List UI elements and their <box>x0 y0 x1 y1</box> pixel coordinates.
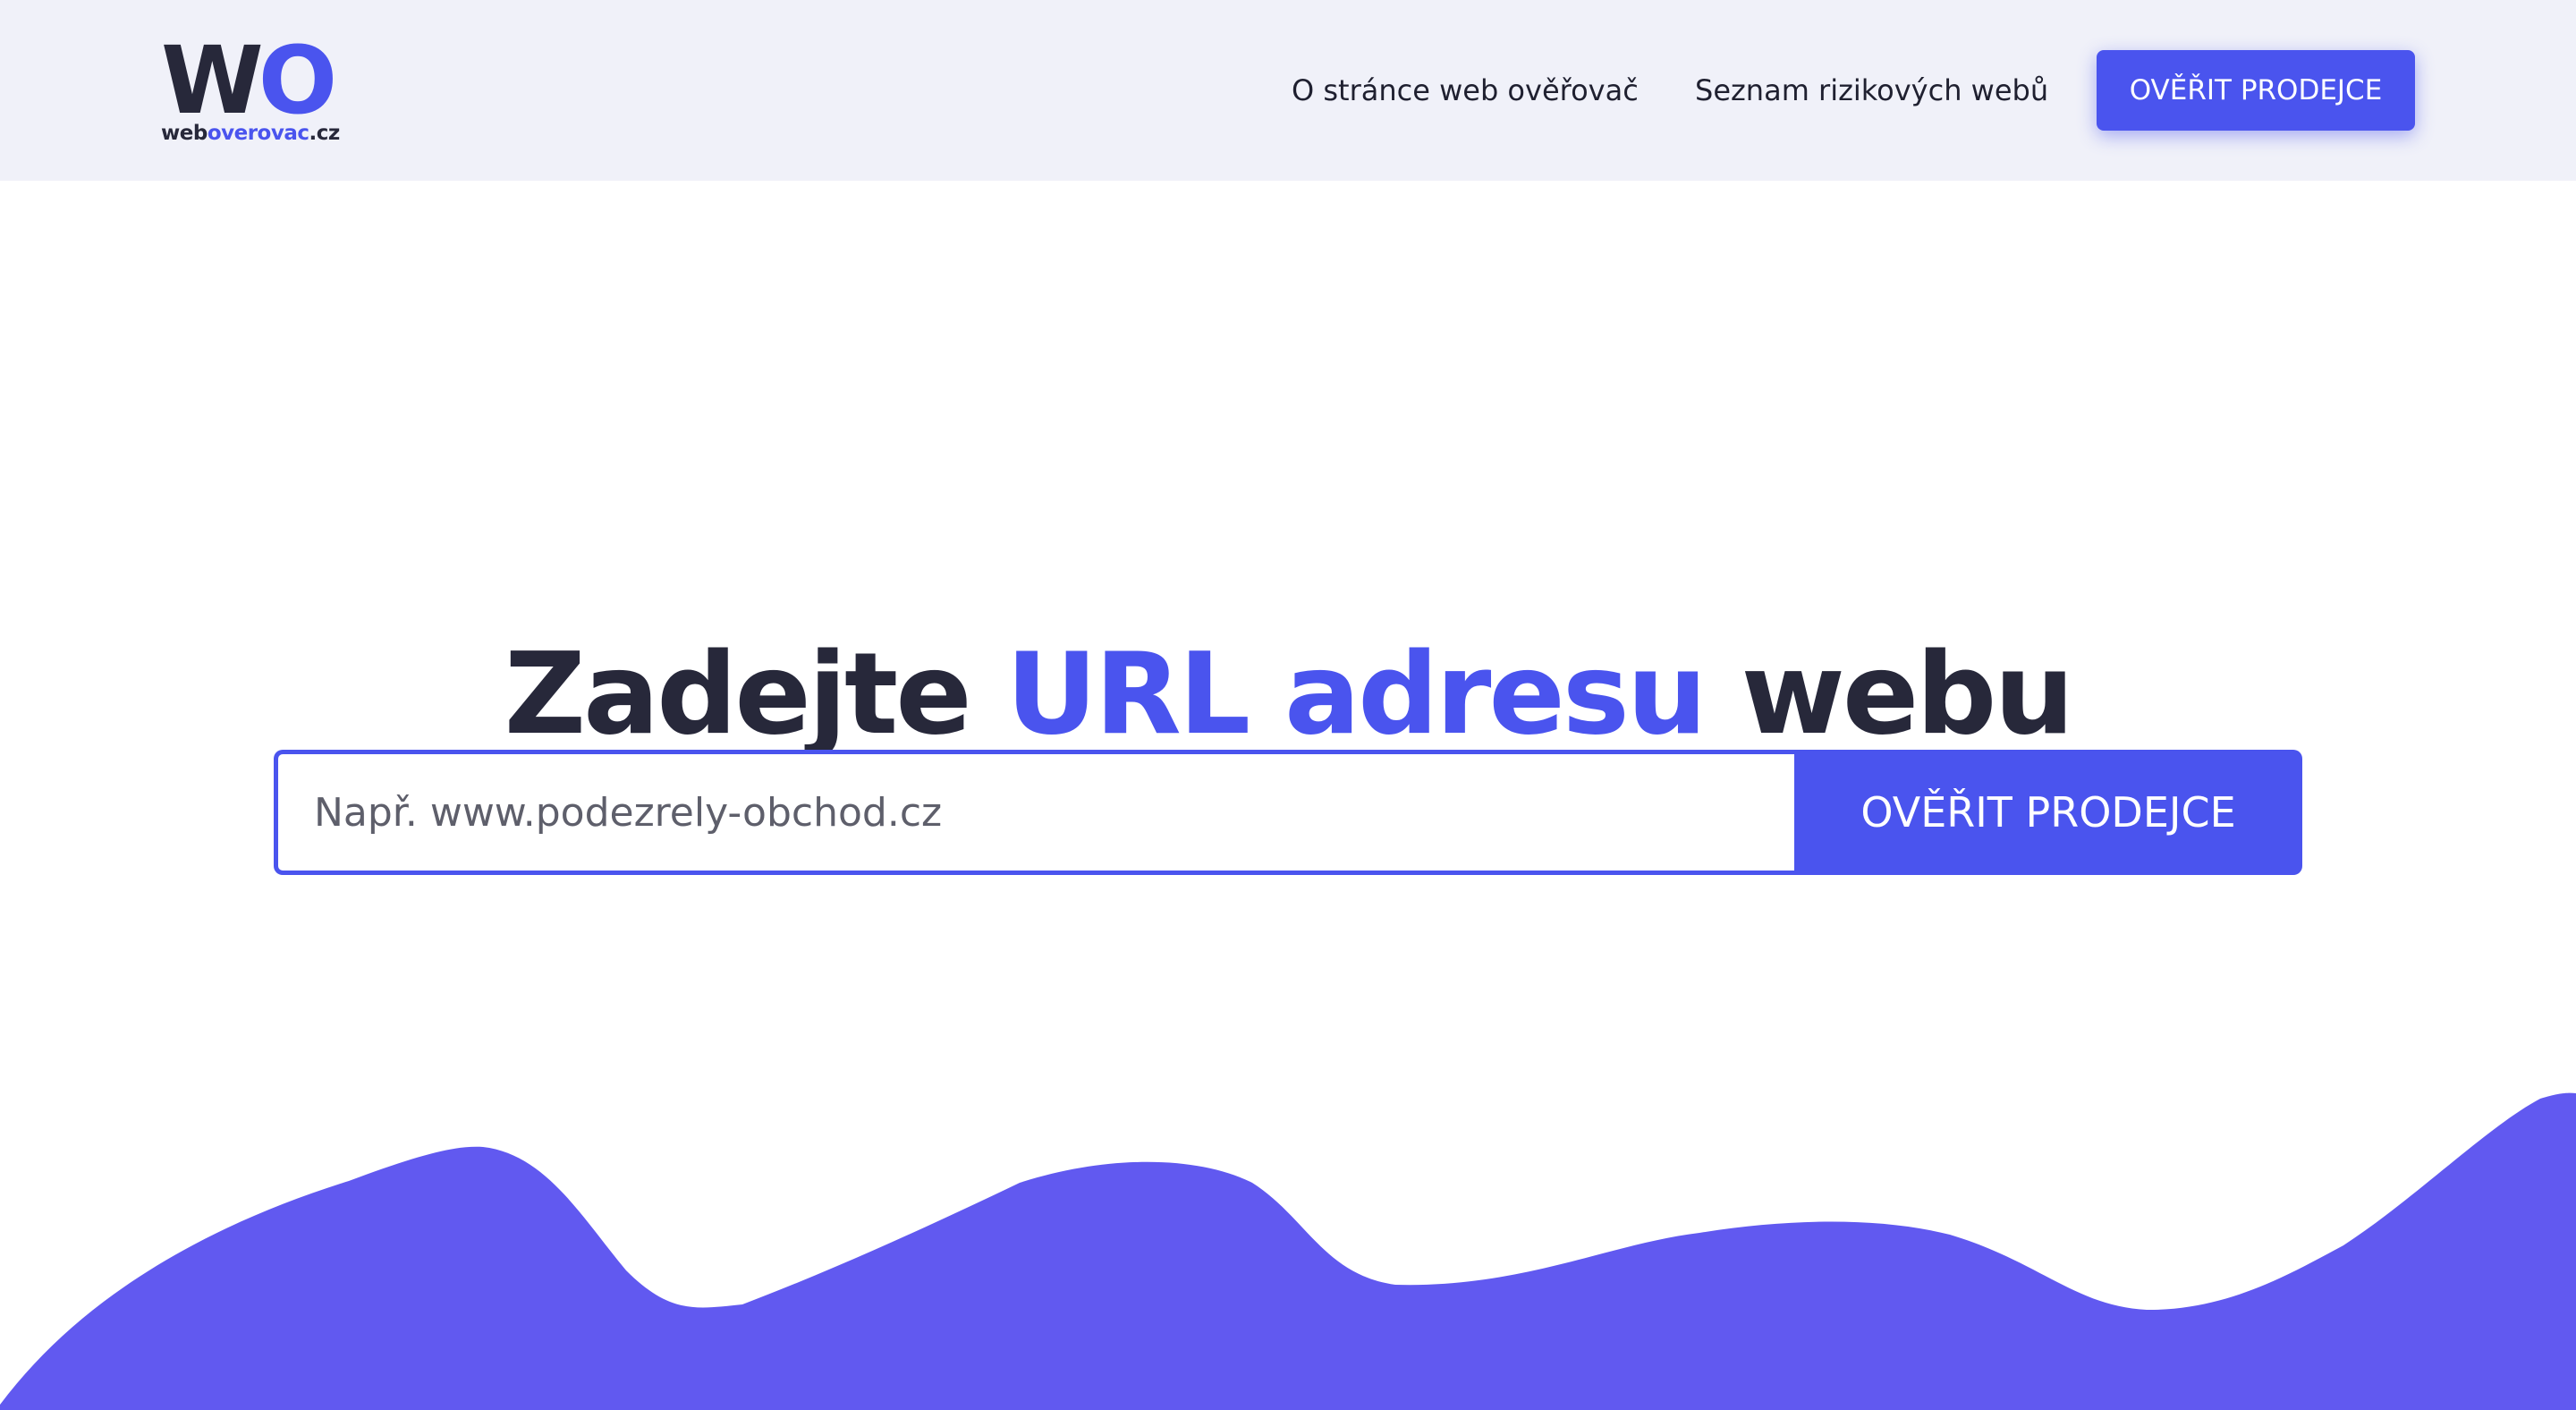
logo-domain-tld: .cz <box>309 122 341 145</box>
logo-domain-web: web <box>161 122 208 145</box>
logo-domain-overovac: overovac <box>207 122 309 145</box>
verify-seller-button[interactable]: OVĚŘIT PRODEJCE <box>1794 750 2302 875</box>
hero-title: Zadejte URL adresu webu <box>0 623 2576 766</box>
nav-link-risky-sites[interactable]: Seznam rizikových webů <box>1695 70 2048 111</box>
url-input[interactable] <box>274 750 1794 875</box>
wave-shape <box>0 1092 2576 1410</box>
logo-mark: WO <box>161 34 337 127</box>
url-search-form: OVĚŘIT PRODEJCE <box>274 750 2302 875</box>
site-logo[interactable]: WO weboverovac.cz <box>161 34 358 150</box>
nav-link-about[interactable]: O stránce web ověřovač <box>1292 70 1639 111</box>
logo-letter-w: W <box>161 26 264 135</box>
logo-letter-o: O <box>258 26 337 135</box>
hero-title-accent: URL adresu <box>1005 628 1707 760</box>
site-header: WO weboverovac.cz O stránce web ověřovač… <box>0 0 2576 181</box>
hero-title-end: webu <box>1741 628 2074 760</box>
logo-domain: weboverovac.cz <box>161 123 340 144</box>
header-verify-button[interactable]: OVĚŘIT PRODEJCE <box>2097 50 2415 131</box>
hero-title-start: Zadejte <box>504 628 972 760</box>
